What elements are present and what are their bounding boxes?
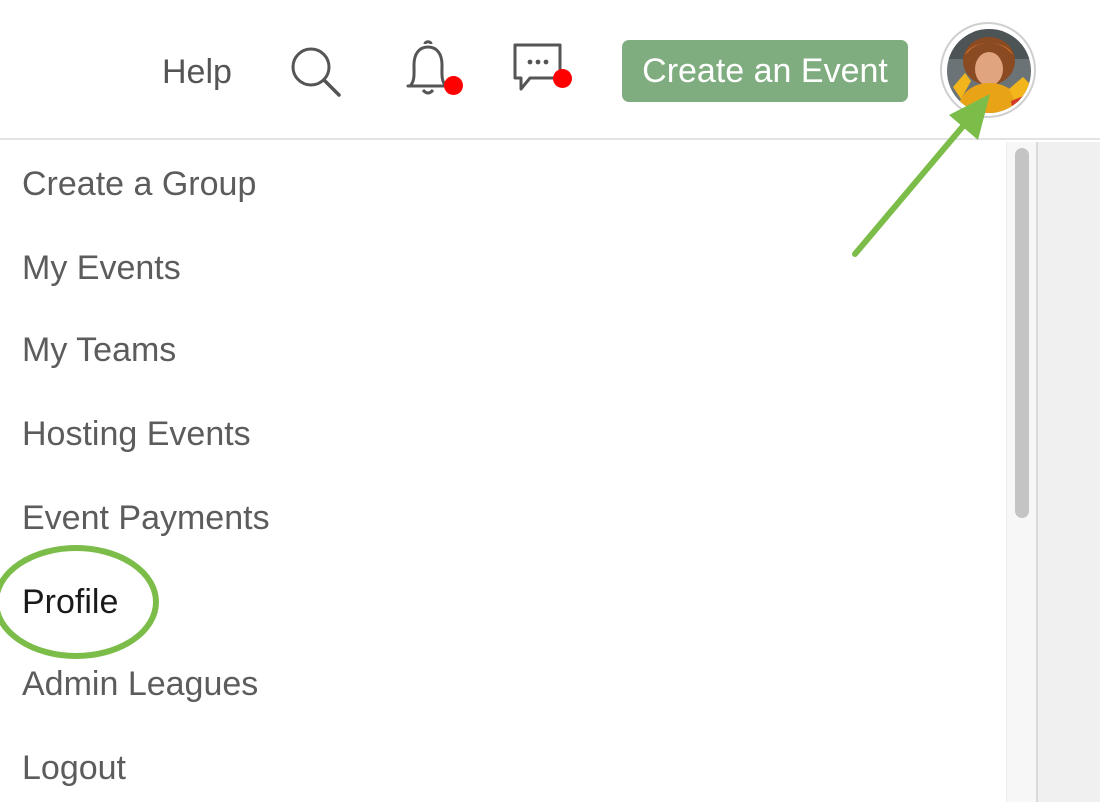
menu-item-create-group[interactable]: Create a Group	[22, 162, 256, 206]
avatar-photo	[947, 29, 1031, 113]
page: Help Create an Event Create a Group My E…	[0, 0, 1100, 802]
scrollbar-thumb[interactable]	[1015, 148, 1029, 518]
menu-item-event-payments[interactable]: Event Payments	[22, 496, 270, 540]
user-dropdown-menu: Create a Group My Events My Teams Hostin…	[0, 142, 1006, 802]
notifications-button[interactable]	[398, 40, 468, 100]
background-panel	[1036, 142, 1100, 802]
menu-item-logout[interactable]: Logout	[22, 746, 126, 790]
message-badge	[553, 69, 572, 88]
top-navbar: Help Create an Event	[0, 0, 1100, 140]
menu-item-hosting-events[interactable]: Hosting Events	[22, 412, 251, 456]
menu-item-profile[interactable]: Profile	[22, 580, 118, 624]
menu-item-admin-leagues[interactable]: Admin Leagues	[22, 662, 258, 706]
help-link[interactable]: Help	[162, 50, 232, 94]
user-avatar[interactable]	[940, 22, 1036, 118]
menu-item-my-teams[interactable]: My Teams	[22, 328, 176, 372]
create-event-button[interactable]: Create an Event	[622, 40, 908, 102]
messages-button[interactable]	[512, 42, 576, 94]
search-icon[interactable]	[288, 44, 344, 100]
menu-item-my-events[interactable]: My Events	[22, 246, 181, 290]
scrollbar[interactable]	[1006, 142, 1036, 802]
notification-badge	[444, 76, 463, 95]
